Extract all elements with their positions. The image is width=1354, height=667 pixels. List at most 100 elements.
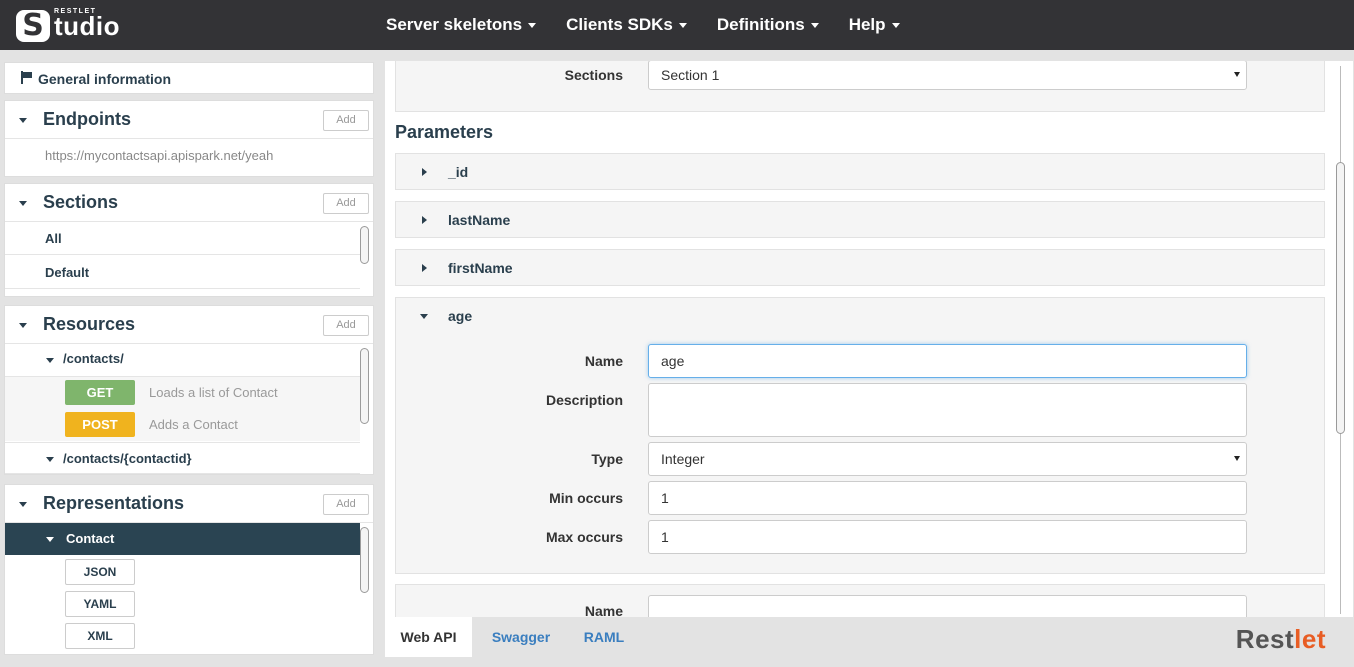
method-description: Adds a Contact xyxy=(149,417,238,432)
caret-down-icon xyxy=(528,23,537,29)
representation-contact[interactable]: Contact xyxy=(5,523,360,555)
nav-server-skeletons[interactable]: Server skeletons xyxy=(386,0,537,50)
resources-scrollbar[interactable] xyxy=(360,348,369,424)
endpoints-panel: Endpoints Add https://mycontactsapi.apis… xyxy=(4,100,374,177)
type-label: Type xyxy=(591,451,623,467)
description-textarea[interactable] xyxy=(648,383,1247,437)
sections-select[interactable]: Section 1 xyxy=(648,61,1247,90)
caret-down-icon xyxy=(810,23,819,29)
format-xml-button[interactable]: XML xyxy=(65,623,135,649)
main-nav: Server skeletons Clients SDKs Definition… xyxy=(386,0,930,50)
tab-swagger[interactable]: Swagger xyxy=(480,617,562,657)
logo-s-mark: S xyxy=(16,10,50,42)
name-label: Name xyxy=(584,353,623,369)
param-name: firstName xyxy=(448,260,513,276)
min-occurs-input[interactable]: 1 xyxy=(648,481,1247,515)
representations-title: Representations xyxy=(43,493,185,513)
resource-path: /contacts/{contactid} xyxy=(63,451,192,466)
representation-label: Contact xyxy=(66,531,115,546)
param-lastname[interactable]: lastName xyxy=(395,201,1325,238)
method-post-row[interactable]: POST Adds a Contact xyxy=(5,409,360,441)
tab-web-api[interactable]: Web API xyxy=(385,617,472,657)
flag-icon xyxy=(21,71,33,84)
caret-down-icon xyxy=(891,23,900,29)
sections-scrollbar[interactable] xyxy=(360,226,369,264)
collapse-icon[interactable] xyxy=(46,537,54,542)
name-label: Name xyxy=(584,603,623,617)
sections-field-box: Sections Section 1 xyxy=(395,61,1325,112)
nav-clients-sdks[interactable]: Clients SDKs xyxy=(566,0,687,50)
sections-panel: Sections Add All Default xyxy=(4,183,374,297)
nav-help[interactable]: Help xyxy=(849,0,900,50)
param-firstname[interactable]: firstName xyxy=(395,249,1325,286)
resource-contacts[interactable]: /contacts/ xyxy=(5,344,360,377)
nav-label: Help xyxy=(848,15,886,34)
resources-header[interactable]: Resources Add xyxy=(5,306,373,344)
post-method-badge[interactable]: POST xyxy=(65,412,135,437)
get-method-badge[interactable]: GET xyxy=(65,380,135,405)
param-id[interactable]: _id xyxy=(395,153,1325,190)
add-representation-button[interactable]: Add xyxy=(323,494,369,515)
add-resource-button[interactable]: Add xyxy=(323,315,369,336)
collapse-icon[interactable] xyxy=(19,323,27,328)
collapse-icon[interactable] xyxy=(19,118,27,123)
resources-title: Resources xyxy=(43,314,136,334)
collapse-icon[interactable] xyxy=(46,358,54,363)
general-information-title: General information xyxy=(38,71,172,87)
endpoints-header[interactable]: Endpoints Add xyxy=(5,101,373,139)
nav-label: Server skeletons xyxy=(386,15,523,34)
format-yaml-button[interactable]: YAML xyxy=(65,591,135,617)
select-arrow-icon xyxy=(1234,456,1240,461)
representations-panel: Representations Add Contact JSON YAML XM… xyxy=(4,484,374,655)
endpoint-url[interactable]: https://mycontactsapi.apispark.net/yeah xyxy=(45,148,273,163)
add-section-button[interactable]: Add xyxy=(323,193,369,214)
select-arrow-icon xyxy=(1234,72,1240,77)
expand-icon[interactable] xyxy=(422,264,427,272)
collapse-icon[interactable] xyxy=(46,457,54,462)
min-occurs-label: Min occurs xyxy=(549,490,623,506)
representations-header[interactable]: Representations Add xyxy=(5,485,373,523)
nav-label: Definitions xyxy=(716,15,805,34)
bottom-tab-bar: Web API Swagger RAML Restlet xyxy=(385,617,1354,657)
restlet-studio-logo[interactable]: S RESTLET tudio xyxy=(16,6,126,44)
main-content: Sections Section 1 Parameters _id lastNa… xyxy=(385,61,1353,617)
brand-part-1: Rest xyxy=(1235,624,1295,654)
section-item-default[interactable]: Default xyxy=(5,256,360,289)
general-information-panel[interactable]: General information xyxy=(4,62,374,94)
max-occurs-input[interactable]: 1 xyxy=(648,520,1247,554)
description-label: Description xyxy=(545,392,623,408)
expand-icon[interactable] xyxy=(422,168,427,176)
sections-header[interactable]: Sections Add xyxy=(5,184,373,222)
caret-down-icon xyxy=(678,23,687,29)
expand-icon[interactable] xyxy=(422,216,427,224)
collapse-icon[interactable] xyxy=(19,502,27,507)
max-occurs-label: Max occurs xyxy=(545,529,623,545)
nav-definitions[interactable]: Definitions xyxy=(717,0,819,50)
section-label: Default xyxy=(45,265,90,280)
resource-contact-by-id[interactable]: /contacts/{contactid} xyxy=(5,442,360,474)
scrollbar-thumb[interactable] xyxy=(1336,162,1345,434)
collapse-icon[interactable] xyxy=(420,314,428,319)
name-input[interactable]: age xyxy=(648,344,1247,378)
sections-select-value: Section 1 xyxy=(661,67,720,83)
type-select[interactable]: Integer xyxy=(648,442,1247,476)
collapse-icon[interactable] xyxy=(19,201,27,206)
param-name: lastName xyxy=(448,212,511,228)
method-get-row[interactable]: GET Loads a list of Contact xyxy=(5,377,360,409)
add-endpoint-button[interactable]: Add xyxy=(323,110,369,131)
resources-panel: Resources Add /contacts/ GET Loads a lis… xyxy=(4,305,374,475)
main-scrollbar[interactable] xyxy=(1336,66,1346,614)
next-name-input[interactable] xyxy=(648,595,1247,617)
resource-path: /contacts/ xyxy=(63,351,124,366)
section-item-all[interactable]: All xyxy=(5,222,360,255)
format-json-button[interactable]: JSON xyxy=(65,559,135,585)
sections-label: Sections xyxy=(564,67,623,83)
restlet-brand-logo: Restlet xyxy=(1236,624,1326,655)
representations-scrollbar[interactable] xyxy=(360,527,369,593)
parameters-title: Parameters xyxy=(395,122,494,142)
nav-label: Clients SDKs xyxy=(566,15,673,34)
section-label: All xyxy=(45,231,62,246)
tab-raml[interactable]: RAML xyxy=(570,617,638,657)
brand-part-2: let xyxy=(1294,624,1326,654)
endpoints-title: Endpoints xyxy=(43,109,131,129)
